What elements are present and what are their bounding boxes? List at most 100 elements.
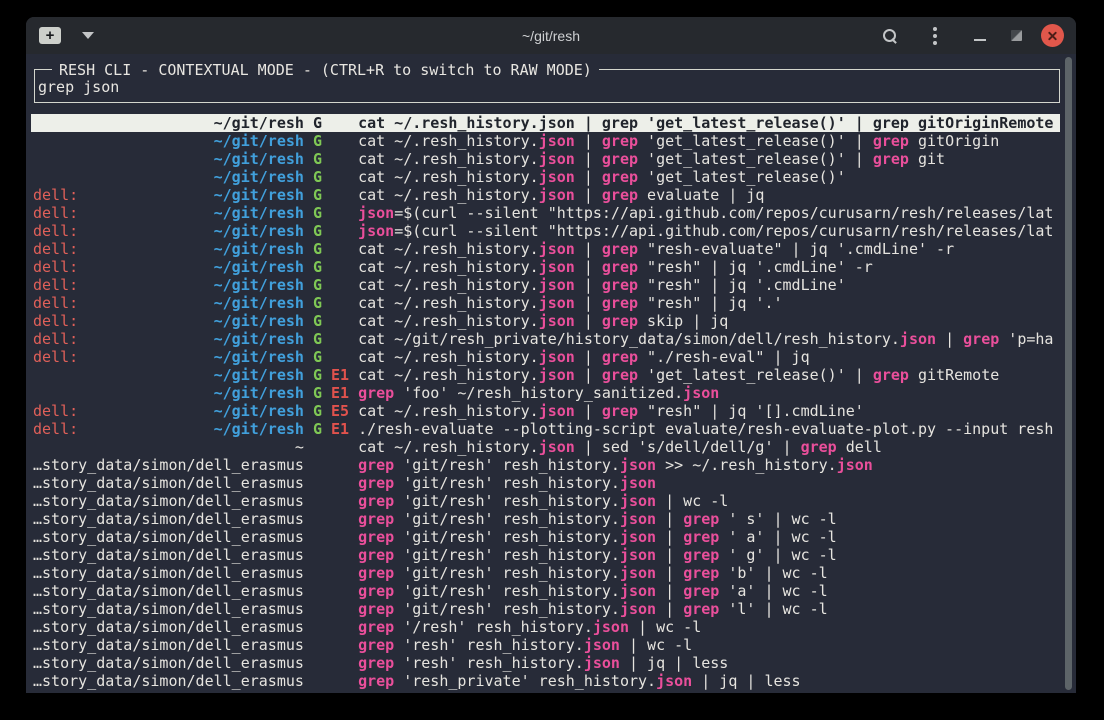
flag-G: G [313,150,322,168]
history-row[interactable]: …story_data/simon/dell_erasmus grep 'resh… [31,672,1060,690]
history-row[interactable]: ~cat ~/.resh_history.json | sed 's/dell/… [31,438,1060,456]
history-row[interactable]: …story_data/simon/dell_erasmusgrep 'resh… [31,654,1060,672]
flags: G [313,276,349,294]
flag-G: G [313,186,322,204]
history-row[interactable]: …story_data/simon/dell_erasmusgrep 'resh… [31,636,1060,654]
history-row[interactable]: dell:~/git/reshGcat ~/.resh_history.json… [31,276,1060,294]
location: …story_data/simon/dell_erasmus [33,528,304,546]
new-tab-button[interactable]: + [38,24,62,48]
command-text: cat ~/.resh_history.json | grep 'get_lat… [358,168,1060,186]
flag-E1: E1 [331,420,349,438]
location: dell:~/git/resh [33,420,304,438]
command-text: grep 'git/resh' resh_history.json >> ~/.… [358,456,1060,474]
flags [313,636,349,654]
location: ~/git/resh [33,366,304,384]
directory-label: …story_data/simon/dell_erasmus [33,600,304,618]
minimize-button[interactable] [968,24,992,48]
flags [313,654,349,672]
history-row[interactable]: …story_data/simon/dell_erasmusgrep 'git/… [31,528,1060,546]
location: …story_data/simon/dell_erasmus [33,492,304,510]
history-row[interactable]: dell:~/git/reshGjson=$(curl --silent "ht… [31,204,1060,222]
location: …story_data/simon/dell_erasmus [33,672,304,690]
command-text: grep 'resh' resh_history.json | jq | les… [358,654,1060,672]
history-row[interactable]: dell:~/git/reshGcat ~/.resh_history.json… [31,186,1060,204]
command-text: cat ~/.resh_history.json | grep "resh-ev… [358,240,1060,258]
directory-label: ~/git/resh [214,222,304,240]
scrollbar[interactable] [1065,57,1072,690]
history-row[interactable]: dell:~/git/reshGcat ~/git/resh_private/h… [31,330,1060,348]
location: …story_data/simon/dell_erasmus [33,600,304,618]
location: ~/git/resh [33,132,304,150]
history-row[interactable]: ~/git/resh G E1 cat ~/.resh_history.json |… [31,366,1060,384]
flags [313,474,349,492]
close-button[interactable] [1040,24,1064,48]
history-row[interactable]: dell:~/git/reshGcat ~/.resh_history.json… [31,258,1060,276]
menu-button[interactable] [923,24,947,48]
flags: G [313,150,349,168]
location: ~ [33,438,304,456]
host-label: dell: [33,258,78,276]
command-text: grep 'foo' ~/resh_history_sanitized.json [358,384,1060,402]
search-button[interactable] [878,24,902,48]
command-text: cat ~/.resh_history.json | grep 'get_lat… [358,114,1060,132]
directory-label: …story_data/simon/dell_erasmus [33,636,304,654]
flags: G E1 [313,420,349,438]
history-row[interactable]: dell:~/git/reshGcat ~/.resh_history.json… [31,312,1060,330]
close-icon [1041,24,1064,47]
history-row-selected[interactable]: ~/git/resh Gcat ~/.resh_history.json | gr… [31,114,1060,132]
history-row[interactable]: …story_data/simon/dell_erasmusgrep 'git/… [31,474,1060,492]
history-row[interactable]: …story_data/simon/dell_erasmus grep 'git/… [31,456,1060,474]
directory-label: ~/git/resh [214,348,304,366]
directory-label: ~/git/resh [214,276,304,294]
history-row[interactable]: …story_data/simon/dell_erasmusgrep 'git/… [31,564,1060,582]
history-row[interactable]: dell:~/git/reshGcat ~/.resh_history.json… [31,348,1060,366]
history-row[interactable]: dell:~/git/reshGcat ~/.resh_history.json… [31,240,1060,258]
directory-label: …story_data/simon/dell_erasmus [33,528,304,546]
command-text: cat ~/.resh_history.json | grep 'get_lat… [358,366,1060,384]
directory-label: …story_data/simon/dell_erasmus [33,492,304,510]
location: dell:~/git/resh [33,348,304,366]
command-text: grep 'resh_private' resh_history.json | … [358,672,1060,690]
directory-label: …story_data/simon/dell_erasmus [33,456,304,474]
restore-button[interactable] [1004,24,1028,48]
history-row[interactable]: ~/git/reshGcat ~/.resh_history.json | gr… [31,168,1060,186]
history-row[interactable]: …story_data/simon/dell_erasmusgrep 'git/… [31,546,1060,564]
flags [313,546,349,564]
flags: G E1 [313,366,349,384]
history-row[interactable]: …story_data/simon/dell_erasmusgrep 'git/… [31,600,1060,618]
location: ~/git/resh [33,150,304,168]
flags: G [313,204,349,222]
command-text: grep 'git/resh' resh_history.json [358,474,1060,492]
new-tab-dropdown-button[interactable] [76,24,100,48]
location: ~/git/resh [33,114,304,132]
history-row[interactable]: …story_data/simon/dell_erasmusgrep 'git/… [31,492,1060,510]
location: dell:~/git/resh [33,258,304,276]
history-row[interactable]: dell:~/git/reshGcat ~/.resh_history.json… [31,294,1060,312]
location: …story_data/simon/dell_erasmus [33,582,304,600]
directory-label: ~/git/resh [214,420,304,438]
history-row[interactable]: …story_data/simon/dell_erasmusgrep 'git/… [31,510,1060,528]
command-text: cat ~/.resh_history.json | grep 'get_lat… [358,150,1060,168]
menu-kebab-icon [933,27,937,45]
history-list: ~/git/resh Gcat ~/.resh_history.json | gr… [31,114,1060,690]
flag-G: G [313,366,322,384]
command-text: grep 'git/resh' resh_history.json | grep… [358,546,1060,564]
flags: G [313,114,349,132]
flag-E5: E5 [331,402,349,420]
history-row[interactable]: ~/git/reshG E1grep 'foo' ~/resh_history_… [31,384,1060,402]
flags: G [313,330,349,348]
history-row[interactable]: …story_data/simon/dell_erasmusgrep 'git/… [31,582,1060,600]
history-row[interactable]: dell:~/git/reshG E5cat ~/.resh_history.j… [31,402,1060,420]
history-row[interactable]: dell:~/git/reshG E1./resh-evaluate --plo… [31,420,1060,438]
flags: G [313,222,349,240]
location: dell:~/git/resh [33,402,304,420]
location: dell:~/git/resh [33,222,304,240]
search-query-input[interactable]: grep json [38,78,1059,96]
minimize-icon [974,39,986,41]
flags: G [313,312,349,330]
history-row[interactable]: …story_data/simon/dell_erasmusgrep '/res… [31,618,1060,636]
history-row[interactable]: dell:~/git/reshGjson=$(curl --silent "ht… [31,222,1060,240]
flags [313,672,349,690]
history-row[interactable]: ~/git/resh Gcat ~/.resh_history.json | gr… [31,150,1060,168]
history-row[interactable]: ~/git/reshGcat ~/.resh_history.json | gr… [31,132,1060,150]
